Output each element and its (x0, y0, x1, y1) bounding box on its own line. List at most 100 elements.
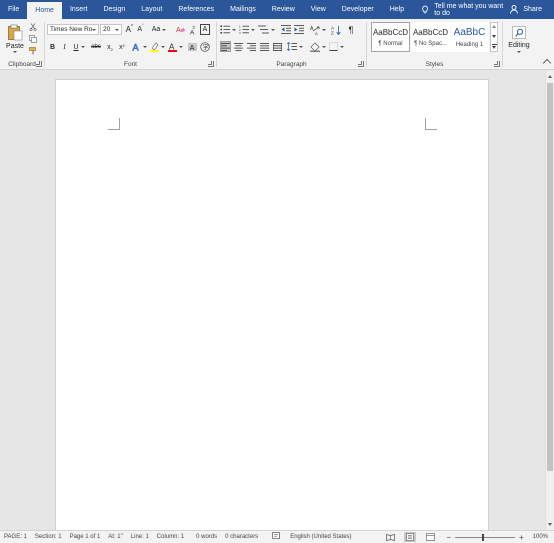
scroll-up-icon[interactable] (492, 25, 496, 28)
style-name: ¶ No Spac... (414, 40, 447, 47)
tab-file[interactable]: File (0, 0, 27, 19)
cut-button[interactable] (28, 22, 37, 31)
show-hide-marks-button[interactable]: ¶ (346, 24, 356, 35)
tab-design[interactable]: Design (95, 0, 133, 19)
align-center-button[interactable] (233, 41, 244, 52)
status-language[interactable]: English (United States) (290, 534, 351, 540)
change-case-button[interactable]: Aa (150, 24, 168, 35)
shrink-font-button[interactable]: Aˇ (136, 24, 145, 35)
style-normal[interactable]: AaBbCcD ¶ Normal (371, 22, 410, 52)
status-word-count[interactable]: 0 words (196, 534, 217, 540)
tab-view[interactable]: View (303, 0, 334, 19)
status-page-of[interactable]: Page 1 of 1 (70, 534, 101, 540)
underline-button[interactable]: U (72, 42, 86, 52)
italic-button[interactable]: I (60, 42, 69, 52)
share-button[interactable]: Share (510, 0, 554, 19)
zoom-slider[interactable] (454, 533, 515, 541)
style-sample: AaBbCcD (412, 27, 449, 37)
web-layout-button[interactable] (424, 532, 436, 542)
copy-button[interactable] (28, 34, 37, 43)
phonetic-guide-button[interactable]: 文A (188, 24, 198, 35)
style-no-spacing[interactable]: AaBbCcD ¶ No Spac... (411, 22, 450, 52)
chevron-down-icon (321, 28, 326, 31)
text-effects-button[interactable]: A (132, 41, 147, 52)
superscript-button[interactable]: x2 (117, 42, 127, 52)
clipboard-dialog-launcher[interactable] (36, 61, 42, 67)
subscript-button[interactable]: x2 (105, 42, 115, 52)
status-page[interactable]: PAGE: 1 (4, 534, 27, 540)
more-styles-icon[interactable] (492, 46, 496, 49)
svg-text:A: A (189, 43, 194, 52)
tell-me-search[interactable]: Tell me what you want to do (412, 0, 510, 19)
numbering-button[interactable]: 123 (239, 24, 255, 35)
collapse-ribbon-icon[interactable] (542, 58, 552, 68)
multilevel-list-icon (258, 25, 269, 34)
scroll-up-arrow[interactable] (548, 75, 552, 78)
highlighter-icon (150, 42, 159, 52)
enclose-characters-button[interactable]: 字 (200, 41, 210, 52)
decrease-indent-button[interactable] (280, 24, 291, 35)
status-line[interactable]: Line: 1 (131, 534, 149, 540)
borders-button[interactable] (328, 41, 345, 52)
zoom-out-button[interactable]: − (446, 533, 451, 542)
scroll-down-arrow[interactable] (548, 523, 552, 526)
paragraph-dialog-launcher[interactable] (358, 61, 364, 67)
font-dialog-launcher[interactable] (208, 61, 214, 67)
sort-button[interactable]: AZ (330, 24, 341, 35)
character-shading-icon: A (187, 42, 197, 52)
status-character-count[interactable]: 0 characters (225, 534, 258, 540)
character-border-button[interactable]: A (200, 24, 210, 35)
distributed-button[interactable] (272, 41, 283, 52)
asian-layout-button[interactable]: AA (309, 24, 326, 35)
paste-dropdown-arrow[interactable] (13, 50, 17, 53)
tab-review[interactable]: Review (264, 0, 303, 19)
status-column[interactable]: Column: 1 (157, 534, 184, 540)
font-color-button[interactable]: A (168, 41, 183, 52)
chevron-down-icon (80, 46, 85, 48)
document-page[interactable] (55, 79, 489, 539)
zoom-in-button[interactable]: + (519, 533, 524, 542)
bullets-button[interactable] (220, 24, 236, 35)
print-layout-button[interactable] (404, 532, 417, 542)
tab-home[interactable]: Home (27, 2, 62, 19)
grow-font-button[interactable]: A ^ (125, 24, 134, 35)
align-left-button[interactable] (220, 41, 231, 52)
bold-button[interactable]: B (48, 42, 57, 52)
eraser-icon: A (176, 27, 185, 34)
styles-dialog-launcher[interactable] (494, 61, 500, 67)
strikethrough-button[interactable]: abc (90, 42, 102, 52)
increase-indent-button[interactable] (293, 24, 304, 35)
paste-button[interactable]: Paste (4, 21, 26, 55)
style-heading-1[interactable]: AaBbC Heading 1 (450, 22, 489, 52)
vertical-scrollbar[interactable] (545, 71, 554, 530)
font-name-select[interactable]: Times New Ro (47, 24, 99, 35)
zoom-level[interactable]: 100% (533, 534, 548, 540)
justify-button[interactable] (259, 41, 270, 52)
enclose-characters-icon: 字 (200, 41, 210, 52)
tab-help[interactable]: Help (382, 0, 412, 19)
highlight-color-button[interactable] (150, 41, 165, 52)
shading-button[interactable] (309, 41, 326, 52)
tab-developer[interactable]: Developer (334, 0, 382, 19)
scroll-thumb[interactable] (547, 83, 553, 471)
format-painter-button[interactable] (28, 46, 37, 55)
editing-button[interactable]: Editing (506, 21, 532, 57)
tab-layout[interactable]: Layout (133, 0, 170, 19)
multilevel-list-button[interactable] (258, 24, 275, 35)
line-spacing-button[interactable] (286, 41, 303, 52)
status-section[interactable]: Section: 1 (35, 534, 62, 540)
character-shading-button[interactable]: A (187, 41, 197, 52)
svg-text:Z: Z (331, 30, 334, 35)
clear-formatting-button[interactable]: A (175, 24, 185, 35)
proofing-icon[interactable] (272, 532, 281, 542)
font-size-select[interactable]: 20 (100, 24, 122, 35)
tab-insert[interactable]: Insert (62, 0, 96, 19)
status-at[interactable]: At: 1" (108, 534, 122, 540)
tab-mailings[interactable]: Mailings (222, 0, 264, 19)
align-right-button[interactable] (246, 41, 257, 52)
scroll-down-icon[interactable] (492, 35, 496, 38)
tab-references[interactable]: References (170, 0, 222, 19)
print-layout-icon (406, 533, 415, 541)
zoom-slider-thumb[interactable] (481, 533, 484, 541)
read-mode-button[interactable] (384, 532, 396, 542)
